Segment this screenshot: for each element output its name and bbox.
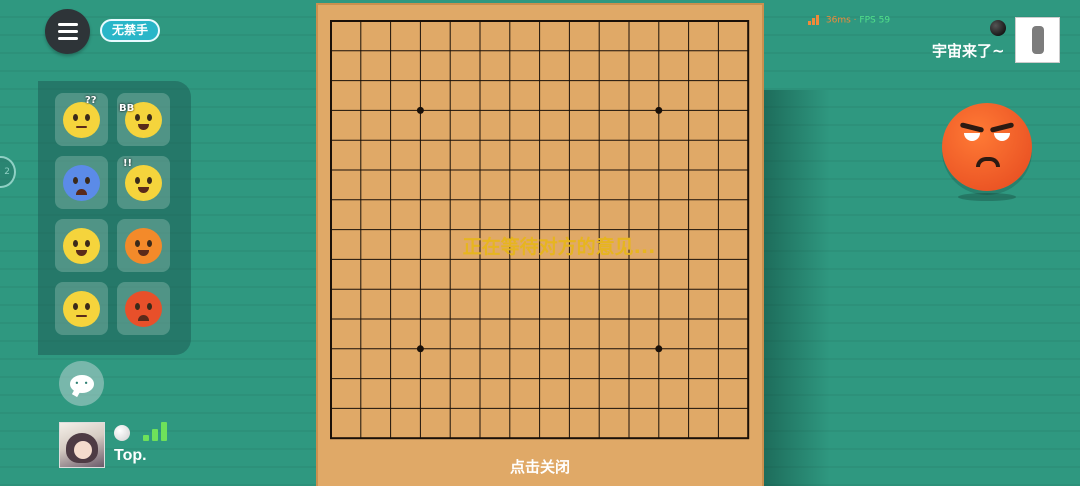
chat-bubble-icon: • • [69, 374, 94, 393]
menu-button[interactable] [45, 9, 90, 54]
self-avatar[interactable] [59, 422, 105, 468]
confused-face-icon [63, 102, 100, 138]
menu-icon-line [57, 30, 78, 33]
close-hint[interactable]: 点击关闭 [316, 456, 764, 477]
star-point [416, 106, 424, 114]
emoji-mark: !! [123, 158, 133, 169]
emoji-crying-orange[interactable] [117, 219, 170, 272]
emoji-grumpy-red[interactable] [117, 282, 170, 335]
stats-separator: · [853, 15, 857, 26]
emoji-mark: ?? [85, 95, 97, 106]
opponent-avatar[interactable] [1015, 17, 1060, 63]
grumpy-red-face-icon [125, 291, 162, 327]
rule-badge: 无禁手 [100, 19, 161, 42]
self-player-name: Top. [114, 447, 147, 464]
left-side-tab[interactable]: 2 [0, 156, 16, 188]
white-stone-icon [114, 425, 130, 441]
waiting-message: 正在等待对方的意见... [462, 236, 656, 258]
menu-icon-line [57, 37, 78, 40]
network-stats: 36ms · FPS 59 [808, 15, 890, 26]
star-point [655, 345, 663, 353]
emoji-angry-yellow[interactable]: !! [117, 156, 170, 209]
opponent-emoji-grumpy-red-face-icon [942, 103, 1032, 201]
black-stone-icon [990, 20, 1006, 36]
emoji-confused[interactable]: ?? [55, 93, 108, 146]
emoji-thumbs-up[interactable] [55, 219, 108, 272]
thumbs-up-face-icon [63, 228, 100, 264]
emoji-sad-blue[interactable] [55, 156, 108, 209]
menu-icon-line [57, 23, 78, 26]
emoji-smile[interactable] [55, 282, 108, 335]
smile-face-icon [63, 291, 100, 327]
ping-value: 36ms [825, 15, 851, 26]
ping-bars-icon [808, 15, 819, 25]
emoji-panel: ?? BB !! [38, 81, 191, 355]
crying-orange-face-icon [125, 228, 162, 264]
emoji-shy[interactable]: BB [117, 93, 170, 146]
chat-button[interactable]: • • [59, 361, 104, 406]
emoji-mark: BB [119, 103, 135, 114]
opponent-name: 宇宙来了~ [932, 42, 1005, 60]
sad-blue-face-icon [63, 165, 100, 201]
board-shadow [760, 90, 830, 486]
fps-value: FPS 59 [859, 15, 891, 26]
star-point [416, 345, 424, 353]
angry-yellow-face-icon [125, 165, 162, 201]
star-point [655, 106, 663, 114]
signal-strength-icon [143, 421, 167, 441]
